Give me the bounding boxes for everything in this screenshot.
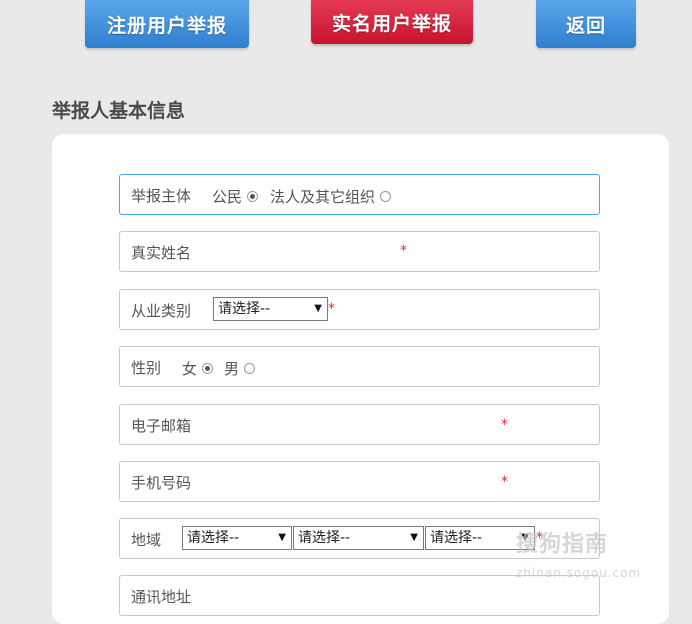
gender-field: 性别 女 男	[119, 346, 600, 387]
occupation-select-value: 请选择--	[218, 301, 271, 317]
gender-option-male-label: 男	[224, 360, 240, 378]
real-name-field[interactable]: 真实姓名 *	[119, 231, 600, 272]
subject-option-organization[interactable]: 法人及其它组织	[270, 186, 392, 207]
email-label: 电子邮箱	[131, 417, 192, 435]
radio-checked-icon[interactable]	[247, 191, 259, 202]
province-select-value: 请选择--	[187, 530, 240, 546]
gender-option-female-label: 女	[182, 360, 198, 378]
section-title: 举报人基本信息	[52, 100, 186, 122]
watermark-url: zhinan.sogou.com	[516, 566, 642, 580]
radio-unchecked-icon[interactable]	[380, 191, 392, 202]
occupation-field: 从业类别 请选择-- ▼ *	[119, 289, 600, 330]
radio-unchecked-icon[interactable]	[244, 363, 256, 374]
email-field[interactable]: 电子邮箱 *	[119, 404, 600, 445]
subject-field[interactable]: 举报主体 公民 法人及其它组织	[119, 174, 600, 215]
subject-option-citizen[interactable]: 公民	[212, 186, 259, 207]
watermark-logo: 搜狗指南	[516, 532, 609, 557]
dropdown-arrow-icon: ▼	[278, 532, 286, 543]
required-mark: *	[501, 474, 508, 490]
occupation-label: 从业类别	[131, 302, 192, 320]
district-select-value: 请选择--	[430, 530, 483, 546]
subject-option-citizen-label: 公民	[212, 188, 243, 206]
required-mark: *	[501, 417, 508, 433]
region-label: 地域	[131, 531, 162, 549]
province-select[interactable]: 请选择-- ▼	[182, 526, 292, 550]
subject-option-organization-label: 法人及其它组织	[270, 188, 376, 206]
phone-field[interactable]: 手机号码 *	[119, 461, 600, 502]
address-label: 通讯地址	[131, 588, 192, 606]
city-select[interactable]: 请选择-- ▼	[293, 526, 424, 550]
subject-label: 举报主体	[131, 187, 192, 205]
back-button[interactable]: 返回	[536, 0, 636, 48]
phone-label: 手机号码	[131, 474, 192, 492]
real-name-label: 真实姓名	[131, 244, 192, 262]
required-mark: *	[328, 301, 335, 317]
radio-checked-icon[interactable]	[202, 363, 214, 374]
gender-option-male[interactable]: 男	[224, 358, 256, 379]
gender-label: 性别	[131, 359, 162, 377]
occupation-select[interactable]: 请选择-- ▼	[213, 297, 328, 321]
dropdown-arrow-icon: ▼	[314, 303, 322, 314]
realname-user-report-button[interactable]: 实名用户举报	[311, 0, 473, 44]
required-mark: *	[400, 243, 407, 259]
dropdown-arrow-icon: ▼	[410, 532, 418, 543]
address-field[interactable]: 通讯地址	[119, 575, 600, 616]
registered-user-report-button[interactable]: 注册用户举报	[85, 0, 249, 48]
gender-option-female[interactable]: 女	[182, 358, 214, 379]
city-select-value: 请选择--	[298, 530, 351, 546]
